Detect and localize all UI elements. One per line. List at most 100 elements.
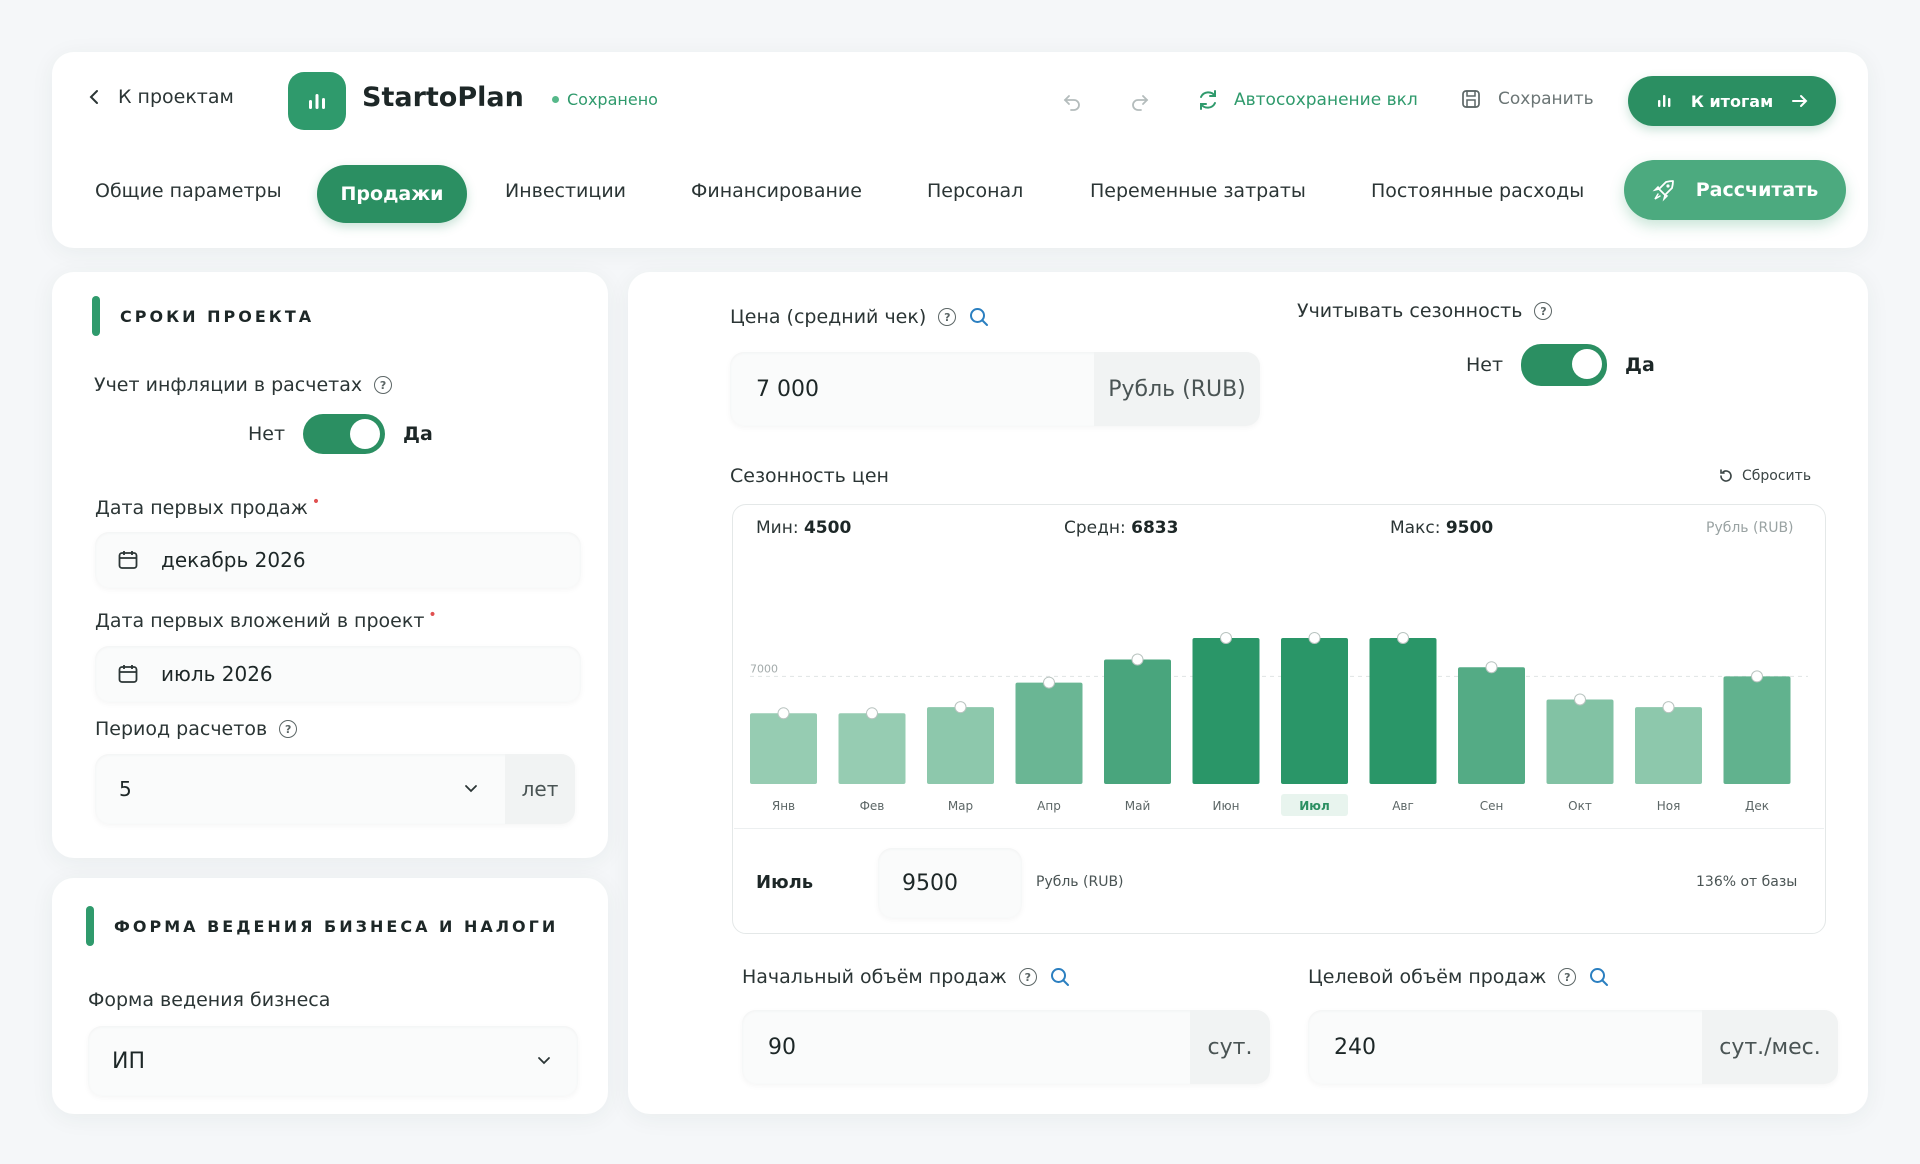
tab-financing[interactable]: Финансирование xyxy=(691,180,862,202)
chart-bar-7[interactable] xyxy=(1281,638,1348,784)
first-sales-value: декабрь 2026 xyxy=(161,548,306,572)
chart-bar-6[interactable] xyxy=(1192,638,1260,784)
status-dot xyxy=(552,96,559,103)
first-sales-date-field[interactable]: декабрь 2026 xyxy=(95,532,581,588)
price-input[interactable]: 7 000 Рубль (RUB) xyxy=(730,352,1260,426)
month-label-3[interactable]: Мар xyxy=(948,799,973,813)
chart-handle-10[interactable] xyxy=(1574,693,1586,706)
month-label-4[interactable]: Апр xyxy=(1037,799,1061,813)
chart-avg: Средн: 6833 xyxy=(1064,518,1178,538)
chart-currency: Рубль (RUB) xyxy=(1706,520,1794,536)
chart-bar-9[interactable] xyxy=(1458,667,1525,784)
totals-button[interactable]: К итогам xyxy=(1628,76,1836,126)
inflation-toggle[interactable] xyxy=(303,414,386,454)
chart-handle-12[interactable] xyxy=(1751,670,1763,683)
price-value: 7 000 xyxy=(756,376,819,402)
reset-label: Сбросить xyxy=(1742,468,1812,484)
tab-staff[interactable]: Персонал xyxy=(927,180,1023,202)
help-icon[interactable]: ? xyxy=(1018,968,1037,986)
period-label: Период расчетов ? xyxy=(95,718,298,740)
chart-bar-1[interactable] xyxy=(750,713,817,784)
month-label-5[interactable]: Май xyxy=(1125,799,1151,813)
period-unit: лет xyxy=(505,754,575,824)
seasonality-label-text: Учитывать сезонность xyxy=(1297,300,1523,322)
help-icon[interactable]: ? xyxy=(374,376,393,394)
month-label-7[interactable]: Июл xyxy=(1299,799,1330,813)
chart-bar-5[interactable] xyxy=(1104,659,1171,784)
selected-percent: 136% от базы xyxy=(1696,874,1798,890)
price-currency[interactable]: Рубль (RUB) xyxy=(1094,352,1260,426)
target-volume-input[interactable]: 240 сут./мес. xyxy=(1308,1010,1838,1084)
selected-value-input[interactable]: 9500 xyxy=(878,848,1022,918)
start-volume-value: 90 xyxy=(768,1034,796,1060)
chart-bar-4[interactable] xyxy=(1015,682,1083,784)
search-icon[interactable] xyxy=(968,306,990,328)
chart-handle-1[interactable] xyxy=(777,707,790,720)
search-icon[interactable] xyxy=(1049,966,1071,988)
month-label-12[interactable]: Дек xyxy=(1745,799,1769,813)
period-select[interactable]: 5 лет xyxy=(95,754,575,824)
help-icon[interactable]: ? xyxy=(1534,302,1553,320)
chart-bar-10[interactable] xyxy=(1546,699,1614,784)
help-icon[interactable]: ? xyxy=(938,308,957,326)
autosave-toggle[interactable]: Автосохранение вкл xyxy=(1196,88,1418,112)
selected-currency: Рубль (RUB) xyxy=(1036,874,1124,890)
chart-bar-12[interactable] xyxy=(1723,676,1791,784)
min-label: Мин: xyxy=(756,518,799,538)
chart-bar-11[interactable] xyxy=(1635,707,1702,784)
target-volume-label-text: Целевой объём продаж xyxy=(1308,966,1547,988)
chart-bar-2[interactable] xyxy=(838,713,906,784)
tab-general[interactable]: Общие параметры xyxy=(95,180,282,202)
logo xyxy=(288,72,346,130)
month-label-6[interactable]: Июн xyxy=(1213,799,1240,813)
help-icon[interactable]: ? xyxy=(1558,968,1577,986)
save-button[interactable]: Сохранить xyxy=(1460,88,1594,110)
help-icon[interactable]: ? xyxy=(279,720,298,738)
chart-handle-8[interactable] xyxy=(1397,632,1409,644)
tab-variable-costs[interactable]: Переменные затраты xyxy=(1090,180,1306,202)
chart-handle-7[interactable] xyxy=(1308,632,1321,644)
chart-bar-3[interactable] xyxy=(927,707,994,784)
search-icon[interactable] xyxy=(1588,966,1610,988)
section-title-text: ФОРМА ВЕДЕНИЯ БИЗНЕСА И НАЛОГИ xyxy=(114,916,559,936)
selected-value: 9500 xyxy=(902,870,958,896)
business-form-select[interactable]: ИП xyxy=(88,1026,578,1096)
redo-button[interactable] xyxy=(1126,88,1154,114)
bar-chart-icon xyxy=(309,94,325,109)
target-volume-value: 240 xyxy=(1334,1034,1376,1060)
tab-investments[interactable]: Инвестиции xyxy=(505,180,626,202)
arrow-right-icon xyxy=(1792,95,1808,107)
month-label-10[interactable]: Окт xyxy=(1568,799,1592,813)
tab-fixed-costs[interactable]: Постоянные расходы xyxy=(1371,180,1584,202)
start-volume-input[interactable]: 90 сут. xyxy=(742,1010,1270,1084)
chart-min: Мин: 4500 xyxy=(756,518,851,538)
chart-handle-4[interactable] xyxy=(1043,676,1055,689)
rocket-icon xyxy=(1652,180,1674,202)
chart-handle-11[interactable] xyxy=(1662,701,1675,714)
reset-button[interactable]: Сбросить xyxy=(1718,468,1811,484)
back-link[interactable]: К проектам xyxy=(88,86,234,108)
chart-bar-8[interactable] xyxy=(1369,638,1437,784)
month-label-8[interactable]: Авг xyxy=(1392,799,1414,813)
max-label: Макс: xyxy=(1390,518,1441,538)
target-volume-unit: сут./мес. xyxy=(1702,1010,1838,1084)
toggle-yes-label: Да xyxy=(403,423,433,445)
chart-handle-5[interactable] xyxy=(1131,653,1144,666)
seasonality-label: Учитывать сезонность ? xyxy=(1297,300,1553,322)
month-label-9[interactable]: Сен xyxy=(1480,799,1504,813)
baseline-label: 7000 xyxy=(750,662,778,675)
month-label-2[interactable]: Фев xyxy=(860,799,885,813)
chart-handle-9[interactable] xyxy=(1485,661,1498,674)
first-invest-date-field[interactable]: июль 2026 xyxy=(95,646,581,702)
calculate-button[interactable]: Рассчитать xyxy=(1624,160,1846,220)
section-accent xyxy=(92,296,100,336)
chart-handle-3[interactable] xyxy=(954,701,967,714)
undo-button[interactable] xyxy=(1058,88,1086,114)
chart-handle-6[interactable] xyxy=(1220,632,1232,644)
tab-sales[interactable]: Продажи xyxy=(317,165,467,223)
seasonality-toggle[interactable] xyxy=(1521,344,1608,386)
month-label-11[interactable]: Ноя xyxy=(1657,799,1681,813)
chart-handle-2[interactable] xyxy=(866,707,878,720)
month-label-1[interactable]: Янв xyxy=(772,799,795,813)
min-value: 4500 xyxy=(803,518,852,538)
